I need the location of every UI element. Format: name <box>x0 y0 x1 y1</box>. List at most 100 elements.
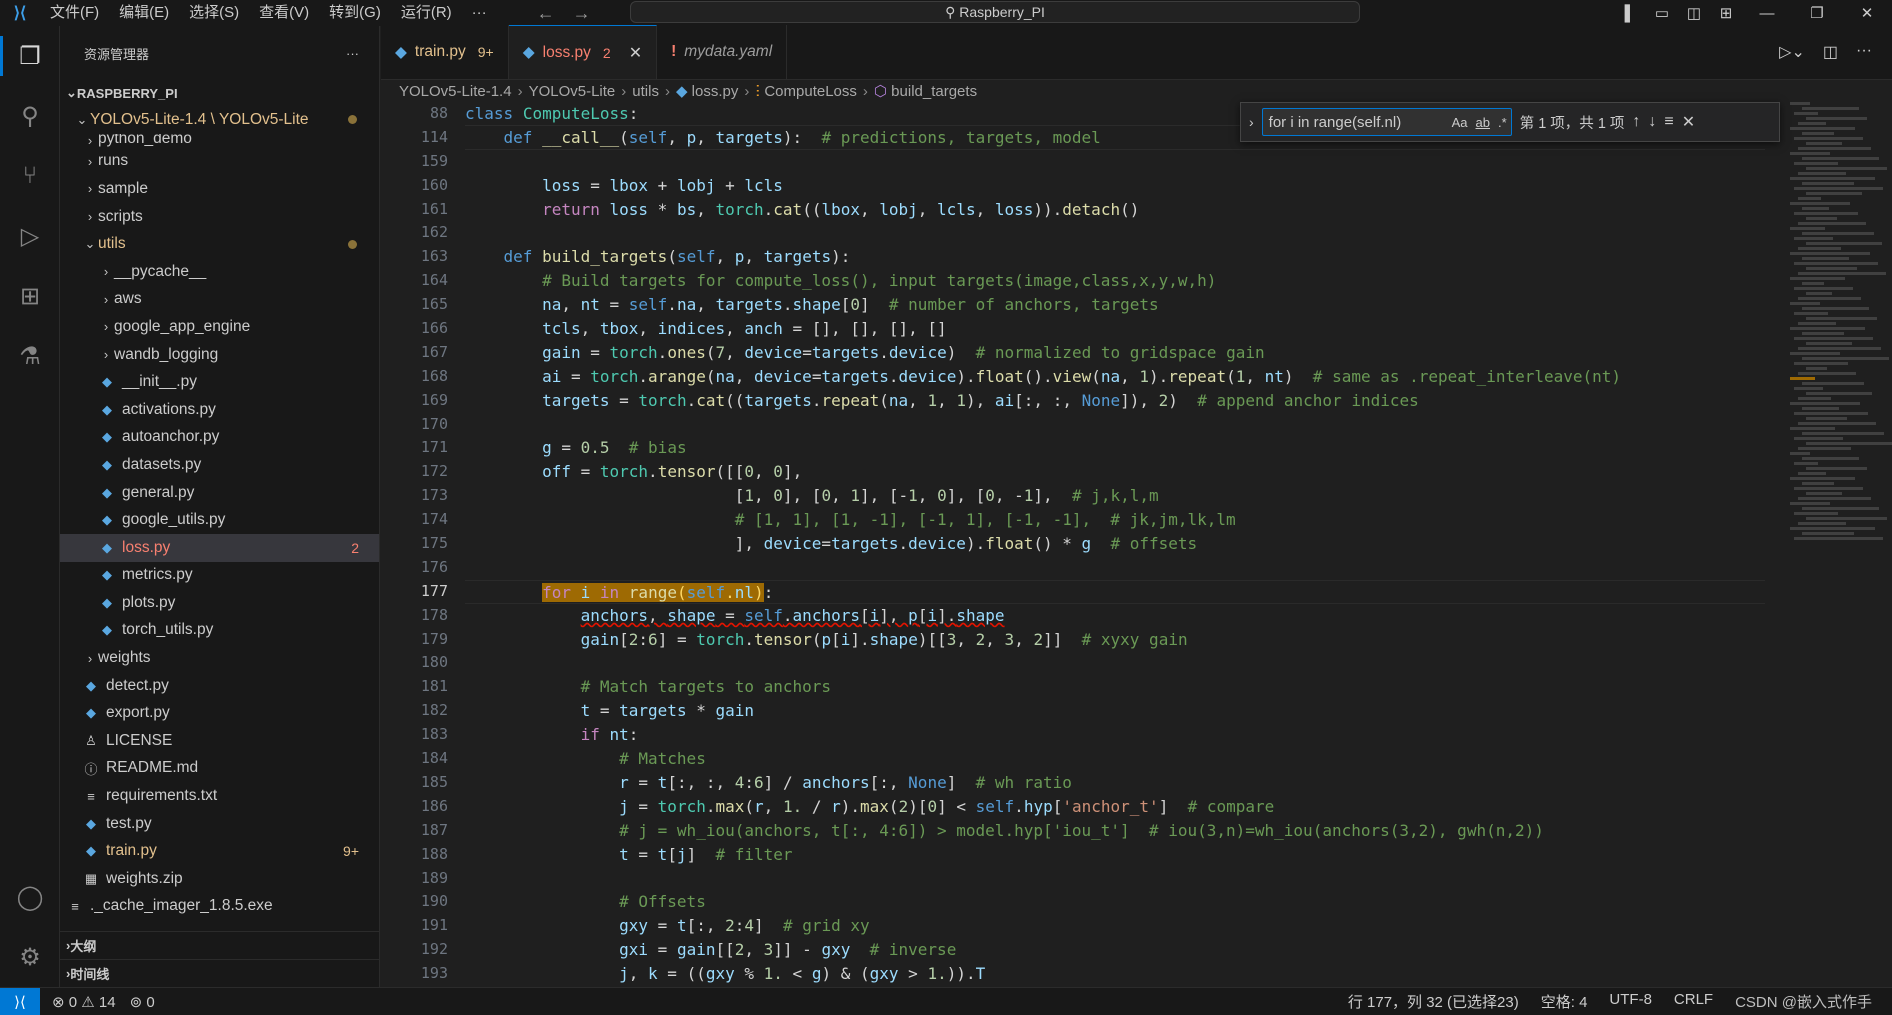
tab-loss-py[interactable]: ◆ loss.py 2 ✕ <box>508 25 658 79</box>
extensions-icon[interactable]: ⊞ <box>0 266 60 326</box>
tree-file-item[interactable]: ◆ general.py <box>60 479 379 507</box>
accounts-icon[interactable]: ◯ <box>0 867 60 927</box>
next-match-arrow-icon[interactable]: ↓ <box>1648 113 1656 131</box>
code-line[interactable]: na, nt = self.na, targets.shape[0] # num… <box>465 293 1765 317</box>
ports-status[interactable]: ⊚ 0 <box>130 993 155 1011</box>
back-arrow-icon[interactable]: ← <box>537 3 555 24</box>
code-line[interactable]: anchors, shape = self.anchors[i], p[i].s… <box>465 604 1765 628</box>
tree-folder-item[interactable]: › wandb_logging <box>60 341 379 369</box>
breadcrumb-item[interactable]: ComputeLoss <box>764 83 857 100</box>
close-window-icon[interactable]: ✕ <box>1842 4 1892 22</box>
tree-file-item[interactable]: ◆ autoanchor.py <box>60 424 379 452</box>
code-line[interactable]: gxy = t[:, 2:4] # grid xy <box>465 914 1765 938</box>
customize-layout-icon[interactable]: ⊞ <box>1710 4 1742 22</box>
menu-selection[interactable]: 选择(S) <box>179 0 249 26</box>
outline-section[interactable]: › 大纲 <box>60 931 379 959</box>
match-case-button[interactable]: Aa <box>1452 115 1468 130</box>
breadcrumb-item[interactable]: loss.py <box>692 83 739 100</box>
tree-file-item[interactable]: ◆ torch_utils.py <box>60 617 379 645</box>
menu-more[interactable]: ··· <box>462 0 497 26</box>
code-line[interactable]: return loss * bs, torch.cat((lbox, lobj,… <box>465 198 1765 222</box>
explorer-icon[interactable]: ❐ <box>0 26 60 86</box>
current-code-line[interactable]: for i in range(self.nl): <box>465 579 1765 604</box>
tree-file-item[interactable]: ≡ requirements.txt <box>60 782 379 810</box>
code-line[interactable]: tcls, tbox, indices, anch = [], [], [], … <box>465 317 1765 341</box>
breadcrumb-item[interactable]: YOLOv5-Lite-1.4 <box>399 83 512 100</box>
code-line[interactable]: def build_targets(self, p, targets): <box>465 245 1765 269</box>
tree-folder-item[interactable]: › sample <box>60 175 379 203</box>
workspace-root[interactable]: ⌄ RASPBERRY_PI <box>60 80 379 106</box>
run-file-icon[interactable]: ▷⌄ <box>1779 42 1805 62</box>
tree-file-item[interactable]: ◆ __init__.py <box>60 368 379 396</box>
problems-status[interactable]: ⊗ 0 ⚠ 14 <box>52 993 116 1011</box>
code-line[interactable]: ], device=targets.device).float() * g # … <box>465 532 1765 556</box>
code-line[interactable] <box>465 150 1765 174</box>
tree-file-item[interactable]: ◆ google_utils.py <box>60 506 379 534</box>
code-line[interactable]: # j = wh_iou(anchors, t[:, 4:6]) > model… <box>465 819 1765 843</box>
tree-file-item[interactable]: ◆ metrics.py <box>60 562 379 590</box>
code-line[interactable]: g = 0.5 # bias <box>465 436 1765 460</box>
breadcrumb-item[interactable]: YOLOv5-Lite <box>529 83 616 100</box>
previous-match-arrow-icon[interactable]: ↑ <box>1632 113 1640 131</box>
run-debug-icon[interactable]: ▷ <box>0 206 60 266</box>
tree-file-item[interactable]: ◆ loss.py 2 <box>60 533 379 562</box>
tree-file-item[interactable]: ◆ detect.py <box>60 672 379 700</box>
code-line[interactable]: loss = lbox + lobj + lcls <box>465 174 1765 198</box>
tab-train-py[interactable]: ◆ train.py 9+ <box>381 25 509 79</box>
source-control-icon[interactable]: ⑂ <box>0 146 60 206</box>
testing-icon[interactable]: ⚗ <box>0 326 60 386</box>
breadcrumb-item[interactable]: utils <box>632 83 659 100</box>
search-view-icon[interactable]: ⚲ <box>0 86 60 146</box>
remote-indicator-icon[interactable]: ⟩⟨ <box>0 987 40 1015</box>
tree-file-item[interactable]: ⓘ README.md <box>60 755 379 783</box>
encoding[interactable]: UTF-8 <box>1609 991 1652 1012</box>
command-center[interactable]: ⚲ Raspberry_PI <box>630 1 1360 23</box>
tree-folder-item[interactable]: › runs <box>60 148 379 176</box>
tree-folder-item[interactable]: › __pycache__ <box>60 258 379 286</box>
find-in-selection-icon[interactable]: ≡ <box>1664 113 1673 131</box>
code-line[interactable]: t = t[j] # filter <box>465 843 1765 867</box>
code-line[interactable]: targets = torch.cat((targets.repeat(na, … <box>465 389 1765 413</box>
menu-view[interactable]: 查看(V) <box>249 0 319 26</box>
tree-file-item[interactable]: ♙ LICENSE <box>60 727 379 755</box>
minimap[interactable] <box>1790 102 1892 542</box>
code-editor[interactable]: 88 114 159 160 161 162 163 164 165 166 167 168 169 17… <box>381 102 1892 987</box>
code-line[interactable]: gain = torch.ones(7, device=targets.devi… <box>465 341 1765 365</box>
code-line[interactable]: # Matches <box>465 747 1765 771</box>
menu-run[interactable]: 运行(R) <box>391 0 462 26</box>
code-line[interactable]: r = t[:, :, 4:6] / anchors[:, None] # wh… <box>465 771 1765 795</box>
split-editor-icon[interactable]: ◫ <box>1823 42 1838 62</box>
code-line[interactable]: gain[2:6] = torch.tensor(p[i].shape)[[3,… <box>465 628 1765 652</box>
code-line[interactable]: t = targets * gain <box>465 699 1765 723</box>
cursor-position[interactable]: 行 177，列 32 (已选择23) <box>1348 991 1519 1012</box>
tree-file-item[interactable]: ◆ plots.py <box>60 589 379 617</box>
use-regex-button[interactable]: .* <box>1498 115 1507 130</box>
breadcrumb-item[interactable]: build_targets <box>891 83 977 100</box>
minimize-icon[interactable]: — <box>1742 5 1792 22</box>
more-actions-icon[interactable]: ··· <box>1856 42 1872 62</box>
tree-folder-item[interactable]: › scripts <box>60 203 379 231</box>
tree-folder-item[interactable]: ⌄ utils <box>60 230 379 258</box>
timeline-section[interactable]: › 时间线 <box>60 959 379 987</box>
tree-file-item[interactable]: ◆ datasets.py <box>60 451 379 479</box>
toggle-secondary-sidebar-icon[interactable]: ◫ <box>1678 4 1710 22</box>
code-lines[interactable]: class ComputeLoss: def __call__(self, p,… <box>465 102 1765 986</box>
menu-file[interactable]: 文件(F) <box>40 0 109 26</box>
code-line[interactable]: # Build targets for compute_loss(), inpu… <box>465 269 1765 293</box>
settings-gear-icon[interactable]: ⚙ <box>0 927 60 987</box>
code-line[interactable] <box>465 413 1765 437</box>
tree-file-item[interactable]: ◆ test.py <box>60 810 379 838</box>
code-line[interactable]: j = torch.max(r, 1. / r).max(2)[0] < sel… <box>465 795 1765 819</box>
tree-folder-item[interactable]: › weights <box>60 644 379 672</box>
code-line[interactable]: # Match targets to anchors <box>465 675 1765 699</box>
explorer-more-button[interactable]: ··· <box>346 46 359 61</box>
tree-file-item[interactable]: ◆ activations.py <box>60 396 379 424</box>
tree-file-item[interactable]: ▦ weights.zip <box>60 865 379 893</box>
code-line[interactable]: # Offsets <box>465 890 1765 914</box>
code-line[interactable] <box>465 651 1765 675</box>
end-of-line[interactable]: CRLF <box>1674 991 1713 1012</box>
code-line[interactable] <box>465 221 1765 245</box>
menu-go[interactable]: 转到(G) <box>319 0 391 26</box>
tree-folder-item[interactable]: › google_app_engine <box>60 313 379 341</box>
code-line[interactable]: [1, 0], [0, 1], [-1, 0], [0, -1], # j,k,… <box>465 484 1765 508</box>
